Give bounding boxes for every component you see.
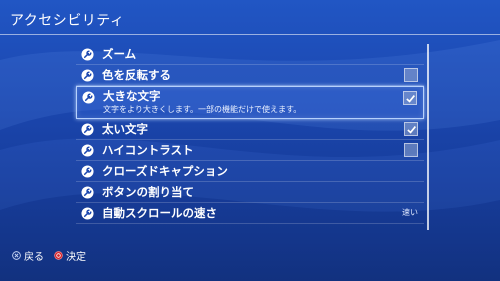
cross-button-icon: [12, 251, 21, 260]
checkmark-icon: [405, 94, 415, 103]
wrench-icon: [82, 91, 95, 104]
list-item-label: 色を反転する: [102, 67, 171, 82]
list-item-description: 文字をより大きくします。一部の機能だけで使えます。: [103, 105, 302, 114]
list-item-label: ハイコントラスト: [102, 142, 194, 157]
list-item-label: ボタンの割り当て: [102, 184, 194, 199]
list-item-invert-colors[interactable]: 色を反転する: [76, 65, 424, 86]
wrench-icon: [81, 47, 94, 61]
list-item-bold-text[interactable]: 太い文字: [76, 119, 424, 140]
list-item-label: 大きな文字: [103, 89, 161, 103]
checkmark-icon: [406, 125, 416, 134]
wrench-icon: [81, 164, 94, 178]
page-title: アクセシビリティ: [10, 13, 125, 29]
list-item-label: クローズドキャプション: [102, 163, 228, 178]
wrench-icon: [81, 122, 94, 136]
wrench-icon: [81, 185, 94, 199]
settings-list: ズーム 色を反転する 大きな文字 文字をより大きくします。一部の機能だけで使えま…: [76, 44, 424, 224]
list-item-button-assignments[interactable]: ボタンの割り当て: [76, 182, 424, 203]
wrench-icon: [81, 143, 94, 157]
high-contrast-checkbox[interactable]: [404, 143, 418, 157]
wrench-icon: [81, 206, 94, 220]
list-item-scroll-speed[interactable]: 自動スクロールの速さ 速い: [76, 203, 424, 224]
large-text-checkbox[interactable]: [403, 91, 417, 105]
wrench-icon: [81, 68, 94, 82]
back-button[interactable]: 戻る: [12, 248, 44, 263]
footer-button-guide: 戻る 決定: [12, 248, 96, 263]
scrollbar[interactable]: [427, 44, 429, 230]
list-item-closed-captions[interactable]: クローズドキャプション: [76, 161, 424, 182]
list-item-high-contrast[interactable]: ハイコントラスト: [76, 140, 424, 161]
invert-colors-checkbox[interactable]: [404, 68, 418, 82]
title-divider: [0, 34, 500, 35]
circle-button-icon: [54, 251, 63, 260]
list-item-large-text[interactable]: 大きな文字 文字をより大きくします。一部の機能だけで使えます。: [76, 86, 424, 119]
list-item-label: 太い文字: [102, 121, 148, 136]
confirm-button[interactable]: 決定: [54, 248, 86, 263]
scroll-speed-value: 速い: [402, 208, 418, 217]
confirm-label: 決定: [66, 252, 86, 263]
list-item-label: ズーム: [102, 46, 137, 61]
back-label: 戻る: [24, 252, 44, 263]
list-item-label: 自動スクロールの速さ: [102, 205, 217, 220]
bold-text-checkbox[interactable]: [404, 122, 418, 136]
list-item-zoom[interactable]: ズーム: [76, 44, 424, 65]
